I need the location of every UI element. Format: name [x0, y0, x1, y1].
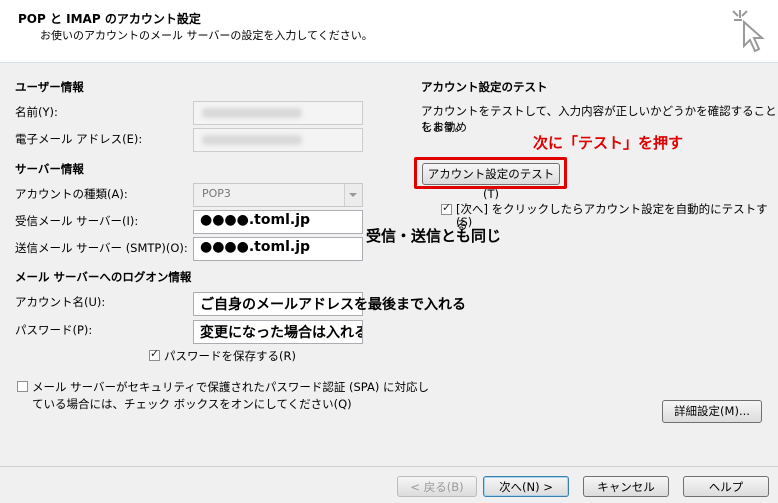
save-password-label: パスワードを保存する(R): [164, 349, 296, 363]
incoming-server-label: 受信メール サーバー(I):: [15, 214, 139, 228]
test-desc-line1: アカウントをテストして、入力内容が正しいかどうかを確認することをお勧め: [421, 104, 777, 134]
chevron-down-icon: [344, 184, 362, 206]
next-button[interactable]: 次へ(N) >: [483, 476, 569, 497]
account-type-value: POP3: [202, 187, 231, 200]
outgoing-server-label: 送信メール サーバー (SMTP)(O):: [15, 241, 188, 255]
spa-checkbox[interactable]: [17, 381, 28, 392]
test-annotation: 次に「テスト」を押す: [533, 134, 684, 152]
name-input[interactable]: [193, 101, 363, 125]
server-info-heading: サーバー情報: [15, 162, 84, 176]
account-type-select: POP3: [193, 183, 363, 207]
outgoing-server-input[interactable]: ●●●●.toml.jp: [193, 237, 363, 261]
password-input[interactable]: 変更になった場合は入れる: [193, 320, 363, 344]
account-name-label: アカウント名(U):: [15, 295, 106, 309]
advanced-settings-button[interactable]: 詳細設定(M)...: [662, 400, 762, 423]
auto-test-checkbox[interactable]: [441, 201, 452, 215]
cursor-sparkle-icon: [732, 10, 765, 53]
password-label: パスワード(P):: [15, 323, 93, 337]
back-button[interactable]: < 戻る(B): [397, 476, 477, 497]
test-desc-line2: します。: [421, 120, 466, 134]
account-type-label: アカウントの種類(A):: [15, 187, 128, 201]
account-name-input[interactable]: ご自身のメールアドレスを最後まで入れる: [193, 292, 466, 316]
email-label: 電子メール アドレス(E):: [15, 132, 143, 146]
user-info-heading: ユーザー情報: [15, 80, 84, 94]
footer-divider: [0, 466, 778, 467]
incoming-server-input[interactable]: ●●●●.toml.jp: [193, 210, 363, 234]
dialog-header: POP と IMAP のアカウント設定 お使いのアカウントのメール サーバーの設…: [0, 0, 778, 63]
save-password-checkbox[interactable]: [149, 347, 160, 361]
test-heading: アカウント設定のテスト: [421, 80, 548, 94]
test-account-button[interactable]: アカウント設定のテスト(T): [422, 163, 560, 201]
cancel-button[interactable]: キャンセル: [583, 476, 669, 497]
email-input[interactable]: [193, 128, 363, 152]
help-button[interactable]: ヘルプ: [683, 476, 769, 497]
dialog-title: POP と IMAP のアカウント設定: [18, 12, 201, 26]
auto-test-label-line1: [次へ] をクリックしたらアカウント設定を自動的にテストする: [456, 202, 768, 232]
auto-test-label-line2: (S): [456, 215, 473, 229]
name-label: 名前(Y):: [15, 105, 58, 119]
logon-info-heading: メール サーバーへのログオン情報: [15, 270, 192, 284]
spa-label-line2: ている場合には、チェック ボックスをオンにしてください(Q): [32, 397, 352, 411]
spa-label-line1: メール サーバーがセキュリティで保護されたパスワード認証 (SPA) に対応し: [32, 380, 429, 394]
dialog-subtitle: お使いのアカウントのメール サーバーの設定を入力してください。: [40, 29, 373, 42]
